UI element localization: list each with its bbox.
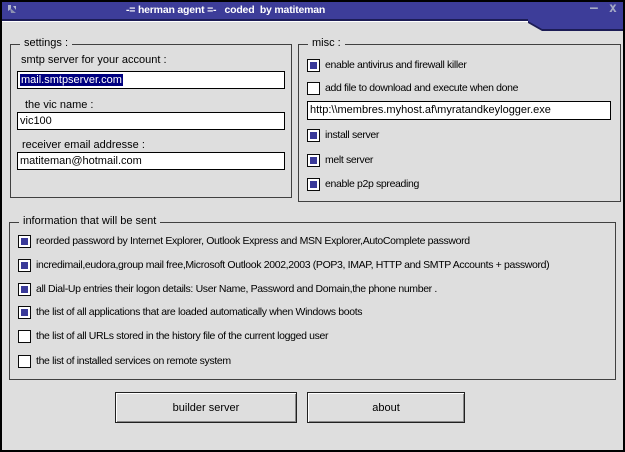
checkbox-label: enable antivirus and firewall killer	[325, 59, 466, 71]
checkbox-label: melt server	[325, 154, 373, 166]
checkbox-mail-accounts[interactable]: incredimail,eudora,group mail free,Micro…	[18, 258, 549, 272]
checkbox-startup-apps[interactable]: the list of all applications that are lo…	[18, 305, 362, 319]
checkbox-melt-server[interactable]: melt server	[307, 153, 373, 167]
checkbox-box[interactable]	[307, 154, 320, 167]
checkbox-label: enable p2p spreading	[325, 178, 419, 190]
checkbox-box[interactable]	[307, 178, 320, 191]
smtp-server-input[interactable]: mail.smtpserver.com	[17, 71, 285, 89]
information-legend: information that will be sent	[19, 215, 160, 228]
app-window: -= herman agent =- coded by matiteman – …	[0, 0, 625, 452]
receiver-email-input[interactable]: matiteman@hotmail.com	[17, 152, 285, 170]
information-group: information that will be sent reorded pa…	[9, 222, 616, 380]
vic-name-input[interactable]: vic100	[17, 112, 285, 130]
checkbox-label: the list of installed services on remote…	[36, 355, 231, 367]
checkbox-box[interactable]	[307, 59, 320, 72]
vic-name-label: the vic name :	[25, 99, 93, 111]
checkbox-label: install server	[325, 129, 379, 141]
checkbox-label: the list of all URLs stored in the histo…	[36, 330, 328, 342]
checkbox-antivirus-killer[interactable]: enable antivirus and firewall killer	[307, 58, 466, 72]
misc-group: misc : enable antivirus and firewall kil…	[298, 44, 621, 202]
checkbox-url-history[interactable]: the list of all URLs stored in the histo…	[18, 329, 328, 343]
checkbox-label: incredimail,eudora,group mail free,Micro…	[36, 259, 549, 271]
checkbox-box[interactable]	[18, 355, 31, 368]
checkbox-label: reorded password by Internet Explorer, O…	[36, 235, 470, 247]
receiver-email-value: matiteman@hotmail.com	[20, 155, 142, 167]
receiver-email-label: receiver email addresse :	[22, 139, 145, 151]
misc-legend: misc :	[308, 37, 345, 50]
smtp-server-value: mail.smtpserver.com	[20, 74, 123, 86]
checkbox-label: the list of all applications that are lo…	[36, 306, 362, 318]
checkbox-label: all Dial-Up entries their logon details:…	[36, 283, 437, 295]
checkbox-dialup-entries[interactable]: all Dial-Up entries their logon details:…	[18, 282, 437, 296]
app-icon[interactable]	[7, 4, 18, 15]
checkbox-box[interactable]	[18, 306, 31, 319]
checkbox-label: add file to download and execute when do…	[325, 82, 518, 94]
download-url-value: http:\\membres.myhost.af\myratandkeylogg…	[310, 104, 551, 116]
checkbox-ie-passwords[interactable]: reorded password by Internet Explorer, O…	[18, 234, 470, 248]
checkbox-add-download-file[interactable]: add file to download and execute when do…	[307, 81, 518, 95]
close-button[interactable]: x	[609, 2, 617, 15]
checkbox-box[interactable]	[18, 330, 31, 343]
checkbox-installed-services[interactable]: the list of installed services on remote…	[18, 354, 231, 368]
checkbox-install-server[interactable]: install server	[307, 128, 379, 142]
about-button[interactable]: about	[307, 392, 465, 423]
checkbox-box[interactable]	[18, 283, 31, 296]
checkbox-box[interactable]	[307, 129, 320, 142]
checkbox-box[interactable]	[18, 259, 31, 272]
checkbox-p2p-spreading[interactable]: enable p2p spreading	[307, 177, 419, 191]
builder-server-button[interactable]: builder server	[115, 392, 297, 423]
settings-legend: settings :	[20, 37, 72, 50]
checkbox-box[interactable]	[18, 235, 31, 248]
settings-group: settings : smtp server for your account …	[10, 44, 292, 198]
checkbox-box[interactable]	[307, 82, 320, 95]
minimize-button[interactable]: –	[590, 2, 598, 15]
vic-name-value: vic100	[20, 115, 52, 127]
smtp-server-label: smtp server for your account :	[21, 54, 167, 66]
window-title: -= herman agent =- coded by matiteman	[126, 4, 325, 16]
download-url-input[interactable]: http:\\membres.myhost.af\myratandkeylogg…	[307, 101, 611, 120]
